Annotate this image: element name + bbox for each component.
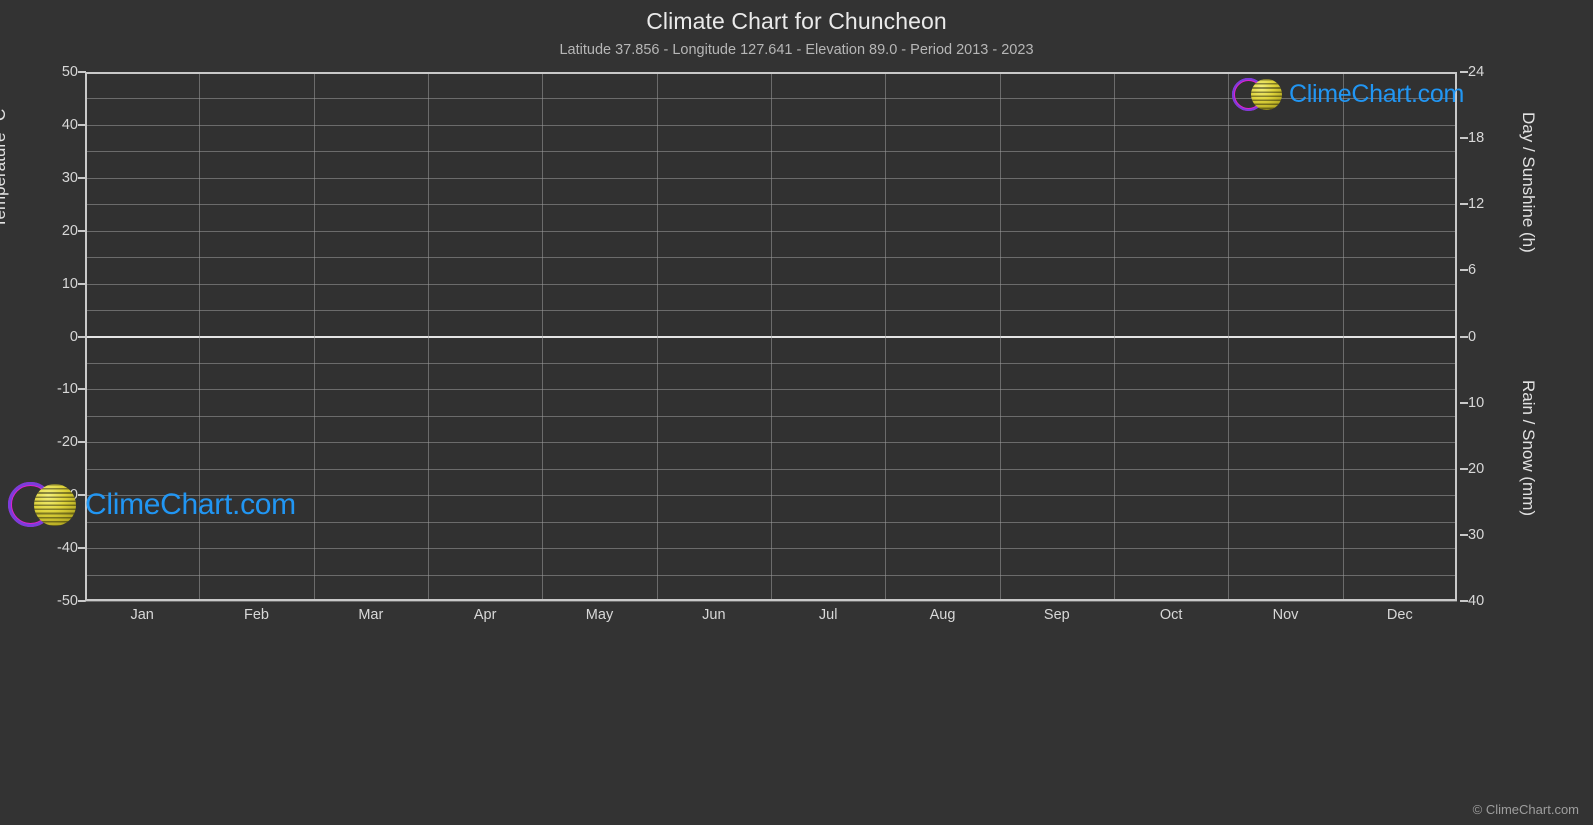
x-tick-label: Dec [1386,607,1413,623]
x-tick-label: May [585,607,614,623]
y-tick-mark [1460,137,1468,140]
logo-sun-icon [1251,79,1282,110]
y-tick-label-right-top: 12 [1468,196,1485,213]
y-axis-right-top-title: Day / Sunshine (h) [1519,112,1538,253]
y-tick-label-left: 20 [61,222,78,239]
x-tick-label: Jun [702,607,726,623]
x-tick-label: Feb [244,607,269,623]
x-tick-label: Mar [358,607,384,623]
y-tick-label-right-bottom: 20 [1468,460,1485,477]
x-tick-label: Jan [130,607,154,623]
y-tick-mark [1460,203,1468,206]
y-axis-right: 24 18 12 6 0 10 20 30 40 [1460,64,1518,609]
y-tick-mark [1460,467,1468,470]
chart-legend [0,645,1593,805]
y-tick-label-left: -40 [57,540,78,557]
x-tick-label: Oct [1159,607,1183,623]
climate-chart-page: Climate Chart for Chuncheon Latitude 37.… [0,0,1593,825]
y-axis-right-bottom-title: Rain / Snow (mm) [1519,380,1538,517]
y-tick-label-right-bottom: 40 [1468,593,1485,609]
y-tick-mark [1460,335,1468,338]
y-tick-label-right-top: 6 [1468,262,1477,279]
page-title: Climate Chart for Chuncheon [646,8,947,34]
x-tick-label: Jul [818,607,838,623]
y-tick-label-left: -20 [57,434,78,451]
y-tick-label-left: -10 [57,381,78,398]
brand-name-top: ClimeChart.com [1289,80,1464,108]
y-tick-label-left: 40 [61,116,78,133]
y-tick-label-right-bottom: 10 [1468,394,1485,411]
y-tick-mark [1460,269,1468,272]
y-tick-label-left: 30 [61,169,78,186]
y-tick-label-right-top: 24 [1468,64,1485,80]
y-tick-label-left: 0 [69,328,78,345]
y-axis-left-title: Temperature °C [0,108,9,228]
logo-sun-icon [34,483,76,526]
y-tick-label-left: 10 [61,275,78,292]
y-tick-label-right-top: 18 [1468,130,1485,147]
brand-logo-top[interactable]: ClimeChart.com [1231,77,1464,112]
y-tick-mark [1460,533,1468,536]
page-subtitle: Latitude 37.856 - Longitude 127.641 - El… [559,42,1034,58]
y-tick-label-right-top: 0 [1468,328,1477,345]
y-tick-mark [1460,600,1468,602]
y-tick-mark [1460,71,1468,73]
y-tick-label-left: 50 [61,64,78,80]
y-tick-label-right-bottom: 30 [1468,526,1485,543]
x-tick-label: Nov [1272,607,1299,623]
brand-logo-plot[interactable]: ClimeChart.com [8,482,296,527]
y-tick-mark [1460,401,1468,404]
brand-name-plot: ClimeChart.com [85,487,296,521]
x-tick-label: Aug [929,607,956,623]
y-tick-label-left: -50 [57,593,78,609]
x-tick-label: Sep [1043,607,1070,623]
gridline-h [85,601,1457,602]
x-tick-label: Apr [473,607,497,623]
footer-credit: © ClimeChart.com [1472,802,1579,817]
